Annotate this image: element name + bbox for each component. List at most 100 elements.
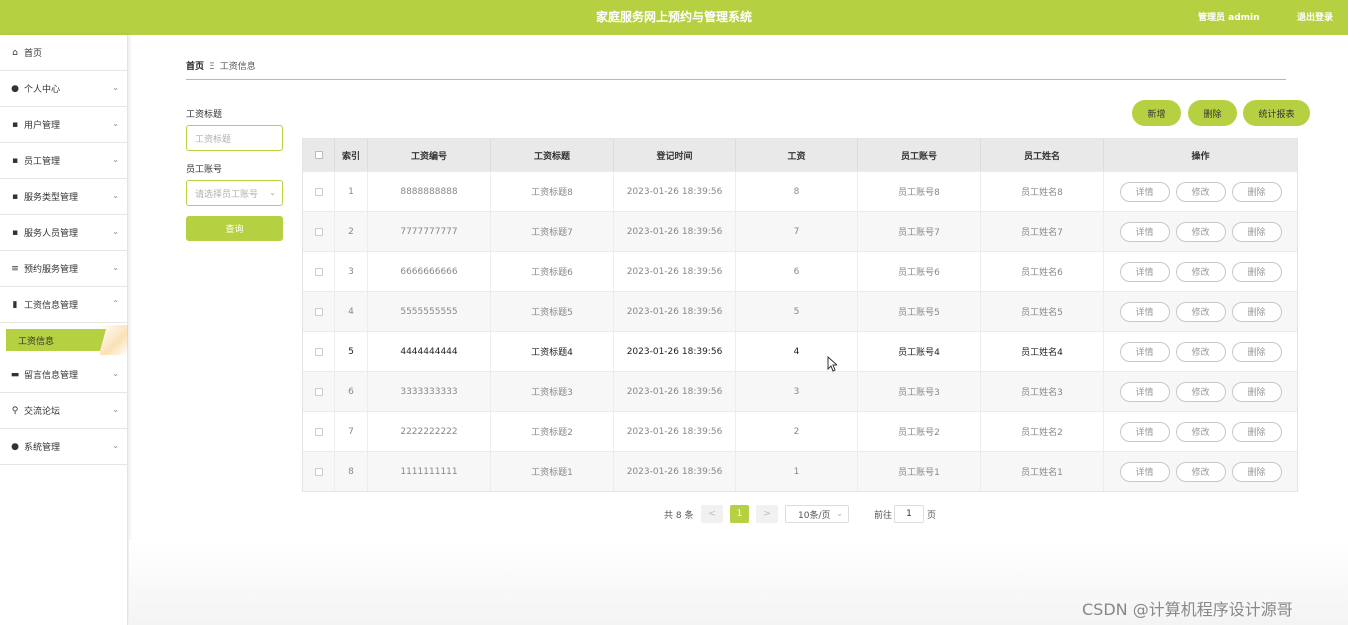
sidebar-item-forum[interactable]: ⚲ 交流论坛 ⌄: [0, 393, 128, 429]
add-button[interactable]: 新增: [1132, 100, 1181, 126]
grid-icon: ▪: [11, 227, 19, 238]
page-1-button[interactable]: 1: [730, 505, 749, 523]
detail-button[interactable]: 详情: [1119, 301, 1170, 322]
query-button[interactable]: 查询: [186, 216, 283, 241]
select-all-checkbox[interactable]: [314, 151, 323, 159]
row-select-cell: [303, 252, 335, 291]
row-checkbox[interactable]: [314, 427, 323, 436]
row-delete-button[interactable]: 删除: [1231, 421, 1282, 442]
row-delete-button[interactable]: 删除: [1231, 381, 1282, 402]
header-account[interactable]: 员工账号: [858, 139, 981, 171]
edit-button[interactable]: 修改: [1175, 221, 1226, 242]
sidebar-item-message-management[interactable]: ▬ 留言信息管理 ⌄: [0, 357, 128, 393]
cell-time: 2023-01-26 18:39:56: [614, 292, 736, 331]
row-delete-button[interactable]: 删除: [1231, 221, 1282, 242]
prev-page-button[interactable]: <: [701, 505, 723, 523]
sidebar-subitem-salary-info[interactable]: 工资信息: [6, 329, 106, 351]
edit-button[interactable]: 修改: [1175, 261, 1226, 282]
row-checkbox[interactable]: [314, 187, 323, 196]
sidebar-item-employee-management[interactable]: ▪ 员工管理 ⌄: [0, 143, 128, 179]
page-size-value: 10条/页: [798, 510, 831, 521]
table-row[interactable]: 4 5555555555 工资标题5 2023-01-26 18:39:56 5 员工账号…: [303, 291, 1297, 331]
chevron-down-icon: ⌄: [112, 405, 119, 414]
detail-button[interactable]: 详情: [1119, 421, 1170, 442]
page-size-select[interactable]: 10条/页 ⌄: [785, 505, 849, 523]
detail-button[interactable]: 详情: [1119, 341, 1170, 362]
salary-title-input[interactable]: 工资标题: [186, 125, 283, 151]
breadcrumb-home[interactable]: 首页: [186, 62, 204, 72]
chevron-down-icon: ⌄: [112, 263, 119, 272]
cell-account: 员工账号6: [858, 252, 981, 291]
cell-time: 2023-01-26 18:39:56: [614, 212, 736, 251]
sidebar-item-home[interactable]: ⌂ 首页: [0, 35, 128, 71]
row-delete-button[interactable]: 删除: [1231, 301, 1282, 322]
breadcrumb-divider: [186, 79, 1286, 80]
sidebar-item-user-management[interactable]: ▪ 用户管理 ⌄: [0, 107, 128, 143]
next-page-button[interactable]: >: [756, 505, 778, 523]
header-salary[interactable]: 工资: [736, 139, 858, 171]
row-checkbox[interactable]: [314, 267, 323, 276]
edit-button[interactable]: 修改: [1175, 421, 1226, 442]
header-code[interactable]: 工资编号: [368, 139, 491, 171]
row-delete-button[interactable]: 删除: [1231, 341, 1282, 362]
row-checkbox[interactable]: [314, 307, 323, 316]
page-unit-label: 页: [927, 510, 937, 521]
employee-account-select[interactable]: 请选择员工账号 ⌄: [186, 180, 283, 206]
system-title: 家庭服务网上预约与管理系统: [595, 10, 752, 24]
detail-button[interactable]: 详情: [1119, 381, 1170, 402]
table-row[interactable]: 2 7777777777 工资标题7 2023-01-26 18:39:56 7 员工账号…: [303, 211, 1297, 251]
table-row[interactable]: 1 8888888888 工资标题8 2023-01-26 18:39:56 8 员工账号…: [303, 171, 1297, 211]
table-row[interactable]: 6 3333333333 工资标题3 2023-01-26 18:39:56 3 员工账号…: [303, 371, 1297, 411]
row-checkbox[interactable]: [314, 227, 323, 236]
row-checkbox[interactable]: [314, 467, 323, 476]
detail-button[interactable]: 详情: [1119, 461, 1170, 482]
edit-button[interactable]: 修改: [1175, 461, 1226, 482]
table-row[interactable]: 3 6666666666 工资标题6 2023-01-26 18:39:56 6 员工账号…: [303, 251, 1297, 291]
logout-button[interactable]: 退出登录: [1297, 10, 1333, 23]
cell-name: 员工姓名7: [981, 212, 1104, 251]
sidebar-item-label: 留言信息管理: [24, 371, 79, 381]
cell-code: 8888888888: [368, 172, 491, 211]
row-delete-button[interactable]: 删除: [1231, 261, 1282, 282]
row-checkbox[interactable]: [314, 387, 323, 396]
header-time[interactable]: 登记时间: [614, 139, 736, 171]
select-all-cell: [303, 139, 335, 171]
row-delete-button[interactable]: 删除: [1231, 181, 1282, 202]
sidebar-item-service-type[interactable]: ▪ 服务类型管理 ⌄: [0, 179, 128, 215]
edit-button[interactable]: 修改: [1175, 301, 1226, 322]
cell-salary: 2: [736, 412, 858, 451]
detail-button[interactable]: 详情: [1119, 181, 1170, 202]
sidebar-item-salary-management[interactable]: ▮ 工资信息管理 ⌃: [0, 287, 128, 323]
sidebar-item-personal-center[interactable]: ● 个人中心 ⌄: [0, 71, 128, 107]
sidebar-item-booking[interactable]: ≡ 预约服务管理 ⌄: [0, 251, 128, 287]
employee-account-label: 员工账号: [186, 165, 223, 175]
detail-button[interactable]: 详情: [1119, 261, 1170, 282]
delete-button[interactable]: 删除: [1188, 100, 1237, 126]
edit-button[interactable]: 修改: [1175, 381, 1226, 402]
header-title[interactable]: 工资标题: [491, 139, 614, 171]
edit-button[interactable]: 修改: [1175, 341, 1226, 362]
cell-time: 2023-01-26 18:39:56: [614, 252, 736, 291]
report-button[interactable]: 统计报表: [1243, 100, 1310, 126]
goto-page-input[interactable]: 1: [894, 505, 924, 523]
cell-account: 员工账号4: [858, 332, 981, 371]
sidebar-item-service-staff[interactable]: ▪ 服务人员管理 ⌄: [0, 215, 128, 251]
edit-button[interactable]: 修改: [1175, 181, 1226, 202]
cell-salary: 3: [736, 372, 858, 411]
chevron-down-icon: ⌄: [112, 119, 119, 128]
cell-index: 8: [335, 452, 368, 491]
table-row[interactable]: 7 2222222222 工资标题2 2023-01-26 18:39:56 2 员工账号…: [303, 411, 1297, 451]
table-row[interactable]: 8 1111111111 工资标题1 2023-01-26 18:39:56 1 员工账号…: [303, 451, 1297, 491]
cell-title: 工资标题5: [491, 292, 614, 331]
sidebar-item-system[interactable]: ● 系统管理 ⌄: [0, 429, 128, 465]
table-row[interactable]: 5 4444444444 工资标题4 2023-01-26 18:39:56 4 员工账号…: [303, 331, 1297, 371]
detail-button[interactable]: 详情: [1119, 221, 1170, 242]
row-checkbox[interactable]: [314, 347, 323, 356]
header-index[interactable]: 索引: [335, 139, 368, 171]
header-name[interactable]: 员工姓名: [981, 139, 1104, 171]
cell-time: 2023-01-26 18:39:56: [614, 372, 736, 411]
cell-title: 工资标题7: [491, 212, 614, 251]
cell-title: 工资标题6: [491, 252, 614, 291]
cell-ops: 详情 修改 删除: [1104, 252, 1297, 291]
row-delete-button[interactable]: 删除: [1231, 461, 1282, 482]
